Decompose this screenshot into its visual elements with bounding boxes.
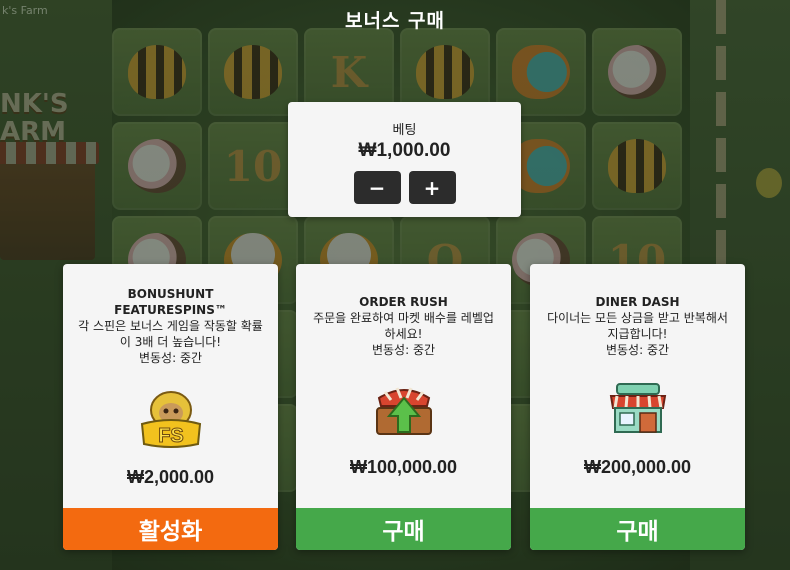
bet-decrease-button[interactable]: − <box>353 171 401 204</box>
card-title: BONUSHUNT FEATURESPINS™ <box>114 287 227 317</box>
card-price: ₩100,000.00 <box>349 457 458 477</box>
buy-button[interactable]: 구매 <box>296 508 511 550</box>
bet-label: 베팅 <box>392 123 417 138</box>
card-description: 다이너는 모든 상금을 받고 반복해서 지급합니다! <box>547 311 728 341</box>
card-description: 주문을 완료하여 마켓 배수를 레벨업하세요! <box>313 311 494 341</box>
svg-text:FS: FS <box>158 425 184 447</box>
bet-value: ₩1,000.00 <box>358 140 451 161</box>
card-price: ₩200,000.00 <box>583 457 692 477</box>
card-body: DINER DASH 다이너는 모든 상금을 받고 반복해서 지급합니다! 변동… <box>530 264 745 508</box>
card-title: DINER DASH <box>595 295 680 309</box>
card-volatility: 변동성: 중간 <box>138 351 203 365</box>
bet-increase-button[interactable]: + <box>408 171 456 204</box>
card-title: ORDER RUSH <box>359 295 448 309</box>
sloth-fs-icon: FS <box>140 391 201 448</box>
bonus-card-order-rush: ORDER RUSH 주문을 완료하여 마켓 배수를 레벨업하세요! 변동성: … <box>296 264 511 550</box>
card-volatility: 변동성: 중간 <box>371 343 436 357</box>
bet-panel: 베팅 ₩1,000.00 − + <box>288 102 521 217</box>
crate-arrow-icon <box>375 387 432 435</box>
diner-shop-icon <box>609 383 666 433</box>
bonus-card-bonushunt: BONUSHUNT FEATURESPINS™ 각 스핀은 보너스 게임을 작동… <box>63 264 278 550</box>
card-body: BONUSHUNT FEATURESPINS™ 각 스핀은 보너스 게임을 작동… <box>63 264 278 508</box>
bonus-card-diner-dash: DINER DASH 다이너는 모든 상금을 받고 반복해서 지급합니다! 변동… <box>530 264 745 550</box>
bonus-buy-title: 보너스 구매 <box>344 10 445 32</box>
card-price: ₩2,000.00 <box>126 467 215 487</box>
activate-button[interactable]: 활성화 <box>63 508 278 550</box>
card-description: 각 스핀은 보너스 게임을 작동할 확률이 3배 더 높습니다! <box>78 319 263 349</box>
card-body: ORDER RUSH 주문을 완료하여 마켓 배수를 레벨업하세요! 변동성: … <box>296 264 511 508</box>
bet-controls: − + <box>288 171 521 204</box>
card-volatility: 변동성: 중간 <box>605 343 670 357</box>
buy-button[interactable]: 구매 <box>530 508 745 550</box>
